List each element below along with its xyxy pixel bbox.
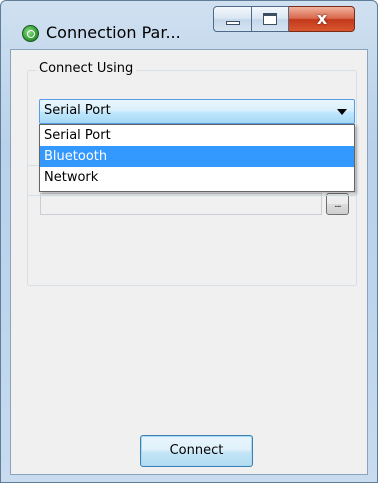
connect-button[interactable]: Connect [140, 435, 253, 467]
maximize-button[interactable] [252, 6, 289, 32]
connection-parameters-window: Connection Par... x ... Connect Using Se… [0, 0, 378, 483]
path-field[interactable] [40, 193, 322, 215]
option-serial-port[interactable]: Serial Port [40, 125, 354, 146]
app-icon [22, 25, 39, 42]
connection-type-select[interactable]: Serial Port [39, 99, 355, 124]
connection-type-dropdown: Serial Port Bluetooth Network [39, 124, 355, 192]
close-icon: x [316, 9, 328, 28]
browse-button[interactable]: ... [326, 193, 349, 215]
chevron-down-icon[interactable] [337, 109, 347, 115]
option-bluetooth[interactable]: Bluetooth [40, 146, 354, 167]
connection-type-value: Serial Port [44, 103, 111, 118]
maximize-icon [263, 13, 277, 25]
minimize-button[interactable] [213, 6, 252, 32]
minimize-icon [226, 21, 240, 25]
close-button[interactable]: x [289, 6, 355, 32]
connect-using-label: Connect Using [36, 61, 137, 76]
title-bar[interactable]: Connection Par... x [1, 1, 377, 49]
caption-buttons: x [213, 6, 355, 32]
window-title: Connection Par... [46, 23, 181, 42]
option-network[interactable]: Network [40, 167, 354, 188]
dialog-client-area: ... Connect Using Serial Port Serial Por… [10, 49, 368, 475]
